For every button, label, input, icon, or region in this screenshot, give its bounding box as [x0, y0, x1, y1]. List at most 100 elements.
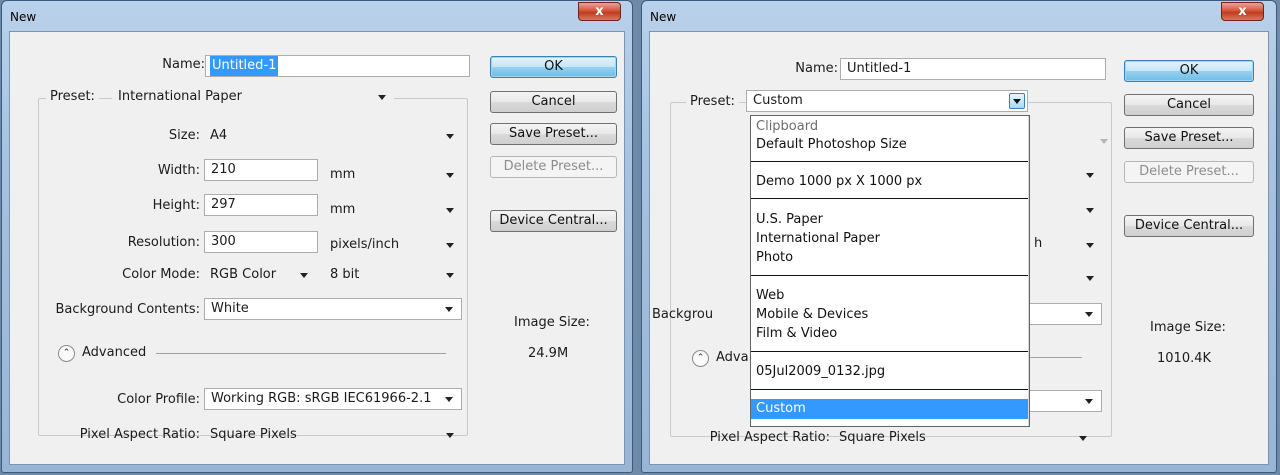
- width-input[interactable]: 210: [204, 159, 318, 181]
- chevron-down-icon: [446, 273, 454, 278]
- height-unit-dropdown[interactable]: mm: [324, 200, 462, 222]
- chevron-down-icon: [1079, 436, 1087, 441]
- size-dropdown[interactable]: A4: [204, 126, 462, 148]
- chevron-down-icon: [446, 173, 454, 178]
- image-size-label: Image Size:: [514, 315, 590, 330]
- bit-depth-value: 8 bit: [330, 267, 360, 282]
- resolution-input[interactable]: 300: [204, 231, 318, 253]
- height-input[interactable]: 297: [204, 194, 318, 216]
- cancel-button[interactable]: Cancel: [490, 91, 617, 113]
- menu-item-clipboard[interactable]: Clipboard: [756, 119, 818, 135]
- color-mode-value: RGB Color: [210, 267, 277, 282]
- background-contents-dropdown[interactable]: White: [204, 298, 462, 320]
- collapse-advanced-icon[interactable]: ⌃: [58, 345, 75, 362]
- chevron-down-icon: [445, 307, 453, 312]
- chevron-down-icon: [300, 273, 308, 278]
- image-size-value: 24.9M: [528, 346, 569, 361]
- menu-edge: [1028, 116, 1029, 426]
- chevron-down-icon: [445, 397, 453, 402]
- collapse-advanced-icon[interactable]: ⌃: [692, 350, 709, 367]
- menu-separator: [751, 275, 1029, 276]
- delete-preset-button[interactable]: Delete Preset...: [490, 156, 617, 178]
- advanced-label: Adva: [716, 350, 749, 365]
- close-icon[interactable]: x: [1221, 2, 1264, 21]
- title-bar[interactable]: New x: [2, 1, 632, 31]
- menu-item-05jul2009[interactable]: 05Jul2009_0132.jpg: [756, 364, 885, 380]
- menu-item-mobile-devices[interactable]: Mobile & Devices: [756, 307, 868, 323]
- name-label: Name:: [162, 57, 205, 72]
- height-label: Height:: [152, 198, 200, 213]
- color-profile-value: Working RGB: sRGB IEC61966-2.1: [211, 391, 432, 406]
- chevron-down-icon[interactable]: [1086, 243, 1094, 248]
- pixel-aspect-ratio-value: Square Pixels: [210, 427, 297, 442]
- width-unit-value: mm: [330, 167, 356, 182]
- preset-label: Preset:: [686, 94, 739, 109]
- pixel-aspect-ratio-dropdown[interactable]: Square Pixels: [833, 428, 1095, 450]
- bit-depth-dropdown[interactable]: 8 bit: [324, 265, 462, 287]
- pixel-aspect-ratio-value: Square Pixels: [839, 430, 926, 445]
- resolution-unit-dropdown[interactable]: pixels/inch: [324, 235, 462, 257]
- menu-item-default-photoshop-size[interactable]: Default Photoshop Size: [756, 137, 907, 153]
- chevron-down-icon[interactable]: [1086, 173, 1094, 178]
- window-title: New: [10, 10, 37, 24]
- width-unit-dropdown[interactable]: mm: [324, 165, 462, 187]
- menu-separator: [751, 198, 1029, 199]
- menu-item-web[interactable]: Web: [756, 288, 784, 304]
- pixel-aspect-ratio-label: Pixel Aspect Ratio:: [79, 427, 200, 442]
- color-profile-dropdown[interactable]: Working RGB: sRGB IEC61966-2.1: [204, 388, 462, 410]
- name-label: Name:: [795, 61, 838, 76]
- menu-item-custom[interactable]: Custom: [751, 399, 1029, 419]
- menu-item-photo[interactable]: Photo: [756, 250, 793, 266]
- delete-preset-button[interactable]: Delete Preset...: [1124, 161, 1254, 183]
- name-input[interactable]: Untitled-1: [840, 58, 1106, 80]
- menu-item-us-paper[interactable]: U.S. Paper: [756, 212, 823, 228]
- preset-dropdown[interactable]: Custom: [746, 90, 1028, 112]
- menu-item-film-video[interactable]: Film & Video: [756, 326, 837, 342]
- color-mode-label: Color Mode:: [122, 267, 200, 282]
- chevron-down-icon: [1085, 399, 1093, 404]
- resolution-label: Resolution:: [127, 235, 200, 250]
- chevron-down-icon[interactable]: [1009, 93, 1025, 109]
- image-size-label: Image Size:: [1150, 320, 1226, 335]
- name-input-value: Untitled-1: [210, 56, 279, 76]
- chevron-down-icon: [378, 95, 386, 100]
- background-contents-dropdown[interactable]: [1030, 303, 1102, 325]
- window-title: New: [650, 10, 677, 24]
- size-label: Size:: [168, 128, 200, 143]
- chevron-down-icon[interactable]: [1086, 276, 1094, 281]
- chevron-down-icon: [1100, 139, 1108, 144]
- menu-separator: [751, 351, 1029, 352]
- name-input[interactable]: Untitled-1: [205, 55, 470, 77]
- cancel-button[interactable]: Cancel: [1124, 94, 1254, 116]
- chevron-down-icon[interactable]: [1086, 208, 1094, 213]
- pixel-aspect-ratio-dropdown[interactable]: Square Pixels: [204, 425, 462, 447]
- preset-dropdown-value: International Paper: [118, 89, 242, 104]
- color-mode-dropdown[interactable]: RGB Color: [204, 265, 316, 287]
- advanced-divider: [1030, 357, 1082, 358]
- advanced-divider: [156, 353, 446, 354]
- color-profile-dropdown[interactable]: [1030, 390, 1102, 412]
- save-preset-button[interactable]: Save Preset...: [1124, 127, 1254, 149]
- close-icon[interactable]: x: [578, 2, 621, 21]
- menu-item-international-paper[interactable]: International Paper: [756, 231, 880, 247]
- color-profile-label: Color Profile:: [117, 392, 200, 407]
- new-document-dialog-left: New x Name: Untitled-1 Preset: Internati…: [1, 0, 633, 473]
- resolution-unit-partial: h: [1034, 236, 1043, 251]
- menu-item-demo-1000[interactable]: Demo 1000 px X 1000 px: [756, 174, 922, 190]
- dialog-client-area: Name: Untitled-1 Preset: Custom h Backgr…: [649, 31, 1269, 465]
- save-preset-button[interactable]: Save Preset...: [490, 123, 617, 145]
- background-contents-label: Backgrou: [652, 307, 714, 322]
- ok-button[interactable]: OK: [490, 56, 617, 78]
- ok-button[interactable]: OK: [1124, 60, 1254, 82]
- advanced-label: Advanced: [82, 345, 147, 360]
- background-contents-label: Background Contents:: [55, 302, 200, 317]
- device-central-button[interactable]: Device Central...: [490, 210, 617, 232]
- preset-dropdown-menu: Clipboard Default Photoshop Size Demo 10…: [750, 115, 1030, 427]
- resolution-unit-value: pixels/inch: [330, 237, 400, 252]
- preset-dropdown[interactable]: International Paper: [112, 87, 394, 109]
- device-central-button[interactable]: Device Central...: [1124, 215, 1254, 237]
- menu-separator: [751, 161, 1029, 162]
- background-contents-value: White: [211, 301, 249, 316]
- title-bar[interactable]: New x: [642, 1, 1276, 31]
- chevron-down-icon: [446, 134, 454, 139]
